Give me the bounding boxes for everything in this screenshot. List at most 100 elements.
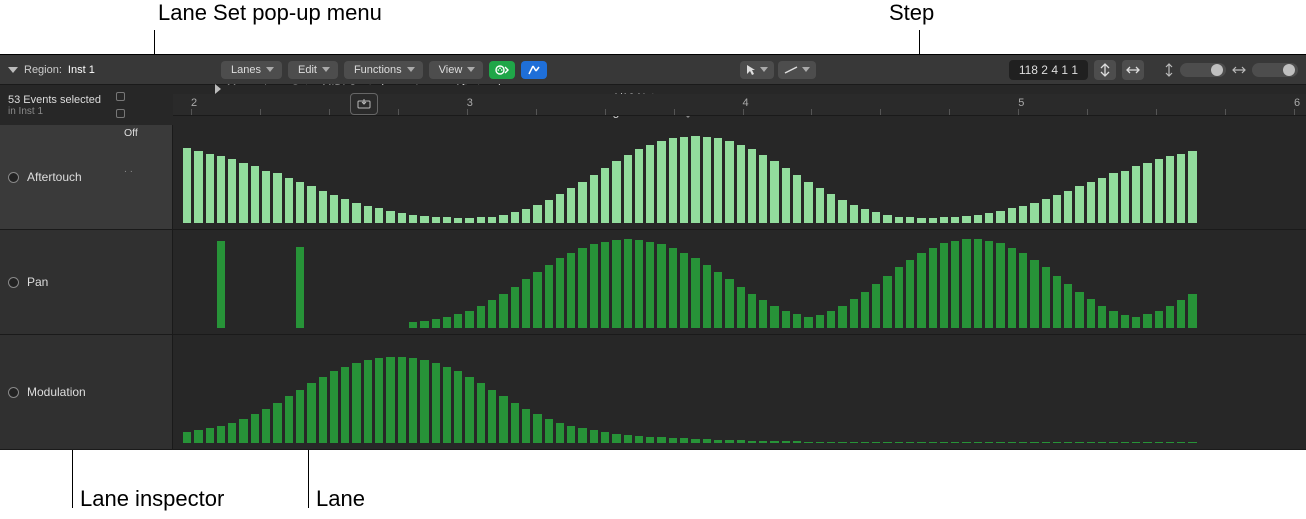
step-bar[interactable] xyxy=(1132,442,1140,443)
step-bar[interactable] xyxy=(364,206,372,223)
lane-modulation[interactable]: Modulation xyxy=(0,335,1306,450)
step-bar[interactable] xyxy=(703,137,711,223)
step-bar[interactable] xyxy=(194,151,202,223)
step-bar[interactable] xyxy=(1188,151,1196,223)
step-bar[interactable] xyxy=(917,218,925,223)
step-bar[interactable] xyxy=(477,217,485,223)
step-bar[interactable] xyxy=(951,241,959,328)
lane-body-aftertouch[interactable] xyxy=(173,125,1306,229)
lane-aftertouch[interactable]: Aftertouch xyxy=(0,125,1306,230)
step-bar[interactable] xyxy=(680,137,688,223)
step-bar[interactable] xyxy=(838,306,846,328)
step-bar[interactable] xyxy=(737,145,745,223)
step-bar[interactable] xyxy=(488,217,496,223)
step-bar[interactable] xyxy=(545,200,553,223)
step-bar[interactable] xyxy=(1155,311,1163,328)
step-bar[interactable] xyxy=(1008,208,1016,223)
lane-body-pan[interactable] xyxy=(173,230,1306,334)
view-menu[interactable]: View xyxy=(429,61,484,79)
step-bar[interactable] xyxy=(917,253,925,328)
step-bar[interactable] xyxy=(962,239,970,328)
step-bar[interactable] xyxy=(940,217,948,223)
step-bar[interactable] xyxy=(703,439,711,443)
step-bar[interactable] xyxy=(273,403,281,443)
step-bar[interactable] xyxy=(895,267,903,328)
step-bar[interactable] xyxy=(1177,442,1185,443)
step-bar[interactable] xyxy=(420,216,428,223)
step-bar[interactable] xyxy=(398,357,406,443)
step-bar[interactable] xyxy=(838,200,846,223)
step-bar[interactable] xyxy=(657,437,665,443)
step-bar[interactable] xyxy=(996,442,1004,443)
region-header[interactable]: Region: Inst 1 xyxy=(8,55,215,85)
step-bar[interactable] xyxy=(1053,276,1061,328)
step-bar[interactable] xyxy=(285,178,293,223)
step-bar[interactable] xyxy=(850,299,858,328)
step-bar[interactable] xyxy=(804,182,812,223)
step-bar[interactable] xyxy=(386,357,394,443)
step-bar[interactable] xyxy=(398,213,406,223)
step-bar[interactable] xyxy=(262,171,270,223)
step-bar[interactable] xyxy=(1155,159,1163,223)
step-bar[interactable] xyxy=(635,436,643,443)
step-bar[interactable] xyxy=(725,141,733,223)
step-bar[interactable] xyxy=(1109,442,1117,443)
step-bar[interactable] xyxy=(906,217,914,223)
step-bar[interactable] xyxy=(624,435,632,443)
step-bar[interactable] xyxy=(545,265,553,328)
horizontal-zoom-slider[interactable] xyxy=(1252,63,1298,77)
step-bar[interactable] xyxy=(850,442,858,443)
step-bar[interactable] xyxy=(533,414,541,443)
step-bar[interactable] xyxy=(307,383,315,443)
step-bar[interactable] xyxy=(206,428,214,443)
step-bar[interactable] xyxy=(1008,442,1016,443)
step-bar[interactable] xyxy=(522,209,530,223)
step-bar[interactable] xyxy=(375,208,383,223)
step-bar[interactable] xyxy=(782,168,790,223)
step-bar[interactable] xyxy=(590,244,598,328)
step-bar[interactable] xyxy=(1098,306,1106,328)
step-bar[interactable] xyxy=(646,145,654,223)
step-bar[interactable] xyxy=(861,209,869,223)
step-bar[interactable] xyxy=(962,442,970,443)
step-bar[interactable] xyxy=(974,215,982,223)
step-bar[interactable] xyxy=(465,311,473,328)
time-ruler[interactable]: 23456 xyxy=(173,94,1306,116)
step-bar[interactable] xyxy=(793,175,801,223)
step-bar[interactable] xyxy=(1087,442,1095,443)
step-bar[interactable] xyxy=(1155,442,1163,443)
step-bar[interactable] xyxy=(499,396,507,443)
step-bar[interactable] xyxy=(1143,314,1151,328)
step-bar[interactable] xyxy=(816,315,824,328)
step-bar[interactable] xyxy=(725,279,733,328)
step-bar[interactable] xyxy=(1008,248,1016,328)
step-bar[interactable] xyxy=(883,276,891,328)
functions-menu[interactable]: Functions xyxy=(344,61,423,79)
step-bar[interactable] xyxy=(680,253,688,328)
step-bar[interactable] xyxy=(759,441,767,443)
step-bar[interactable] xyxy=(319,377,327,443)
step-bar[interactable] xyxy=(296,390,304,443)
step-bar[interactable] xyxy=(420,360,428,443)
step-bar[interactable] xyxy=(951,217,959,223)
step-bar[interactable] xyxy=(1019,206,1027,223)
step-bar[interactable] xyxy=(1053,195,1061,223)
vertical-zoom-slider[interactable] xyxy=(1180,63,1226,77)
step-bar[interactable] xyxy=(330,195,338,223)
step-bar[interactable] xyxy=(545,419,553,443)
step-bar[interactable] xyxy=(499,294,507,328)
step-bar[interactable] xyxy=(906,442,914,443)
step-bar[interactable] xyxy=(816,188,824,223)
step-bar[interactable] xyxy=(691,439,699,443)
step-bar[interactable] xyxy=(1177,154,1185,223)
step-bar[interactable] xyxy=(759,300,767,328)
step-bar[interactable] xyxy=(273,173,281,223)
step-bar[interactable] xyxy=(590,175,598,223)
midi-out-button[interactable] xyxy=(521,61,547,79)
step-bar[interactable] xyxy=(838,442,846,443)
step-bar[interactable] xyxy=(330,371,338,443)
step-bar[interactable] xyxy=(1053,442,1061,443)
step-bar[interactable] xyxy=(612,161,620,223)
step-bar[interactable] xyxy=(748,294,756,328)
step-bar[interactable] xyxy=(996,243,1004,328)
